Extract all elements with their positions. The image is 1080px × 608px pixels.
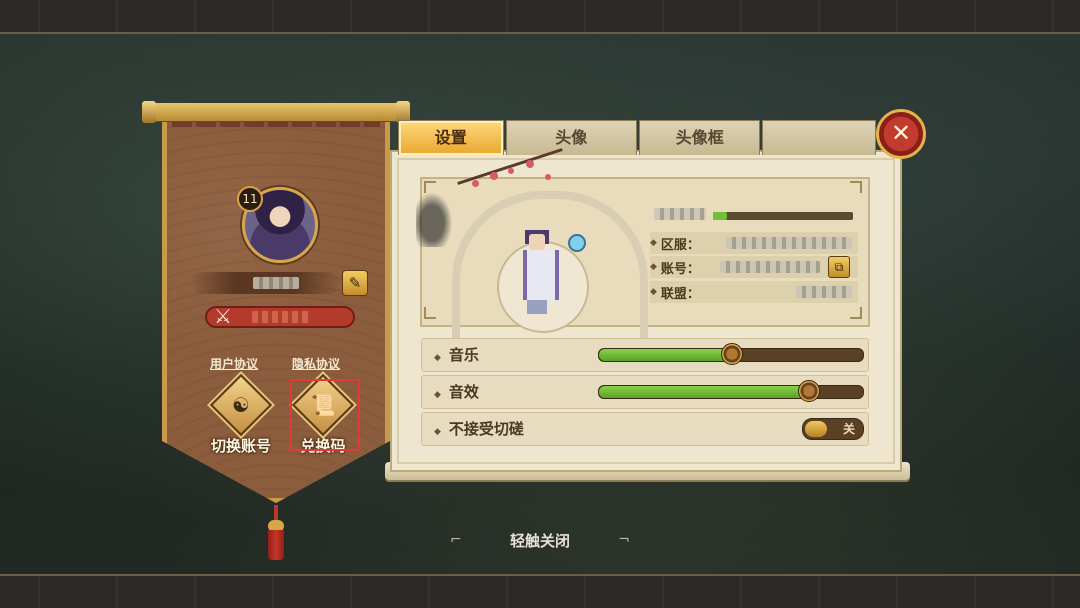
edit-name-button[interactable]: ✎ (342, 270, 368, 296)
alliance-value-obscured (796, 286, 852, 298)
info-corner-tr (850, 181, 862, 193)
copy-account-button[interactable]: ⧉ (828, 256, 850, 278)
account-label: 账号： (660, 261, 700, 277)
crossed-swords-icon: ⚔ (214, 304, 232, 328)
sparring-label: ◆ 不接受切磋 (434, 420, 524, 438)
tab-avatar-frame[interactable]: 头像框 (638, 120, 761, 155)
tab-avatar[interactable]: 头像 (505, 120, 637, 155)
tab-bar: 设置 头像 头像框 (398, 120, 878, 156)
plum-blossom (545, 174, 551, 180)
account-value-obscured (720, 261, 820, 273)
sparring-toggle[interactable]: 关 (802, 418, 864, 440)
sfx-slider-knob[interactable] (797, 380, 820, 402)
close-icon: ✕ (890, 119, 912, 147)
tap-to-close-label: 轻触关闭 (509, 531, 570, 550)
copy-icon: ⧉ (834, 260, 844, 274)
exp-fill (713, 212, 727, 220)
right-ornament-icon: ¬ (618, 532, 630, 548)
music-setting-row: ◆ 音乐 (421, 338, 869, 372)
top-border (0, 0, 1080, 34)
music-slider-knob[interactable] (721, 343, 743, 365)
player-character-sprite (515, 230, 559, 316)
music-label: ◆ 音乐 (434, 346, 479, 364)
account-row: ◆ 账号： (650, 257, 723, 277)
sfx-setting-row: ◆ 音效 (421, 375, 869, 409)
server-value-obscured (726, 237, 852, 249)
bottom-border (0, 574, 1080, 608)
sfx-volume-slider[interactable] (598, 380, 864, 402)
player-name-obscured (253, 277, 299, 289)
music-volume-slider[interactable] (598, 343, 864, 365)
alliance-row: ◆ 联盟： (650, 282, 723, 302)
sparring-setting-row: ◆ 不接受切磋 关 (421, 412, 869, 446)
plum-blossom (472, 180, 479, 187)
switch-account-label: 切换账号 (210, 437, 271, 455)
tab-empty (762, 120, 876, 155)
sfx-slider-fill (599, 386, 808, 398)
plum-blossom (526, 160, 534, 168)
spirit-orb (568, 234, 586, 252)
left-ornament-icon: ⌐ (450, 532, 462, 548)
switch-account-button[interactable]: ☯ 切换账号 (206, 373, 276, 456)
privacy-agreement-link[interactable]: 隐私协议 (292, 355, 340, 372)
sfx-label: ◆ 音效 (434, 383, 479, 401)
close-button[interactable]: ✕ (876, 109, 926, 159)
banner-rod (142, 101, 410, 123)
alliance-label: 联盟： (660, 286, 700, 302)
redeem-highlight-box (290, 379, 360, 451)
swirl-icon: ☯ (209, 373, 273, 437)
info-name-obscured (654, 208, 706, 220)
user-agreement-link[interactable]: 用户协议 (210, 355, 258, 372)
tap-to-close[interactable]: ⌐ 轻触关闭 ¬ (450, 528, 630, 552)
server-row: ◆ 区服： (650, 233, 723, 253)
tab-settings[interactable]: 设置 (398, 120, 504, 155)
plum-blossom (508, 168, 514, 174)
tassel (268, 530, 284, 560)
guild-name-obscured (252, 311, 310, 323)
server-label: 区服： (660, 237, 700, 253)
exp-bar (713, 212, 853, 220)
ink-rock (416, 187, 456, 247)
music-slider-fill (599, 349, 731, 361)
level-badge: 11 (237, 186, 263, 212)
toggle-state: 关 (842, 422, 855, 436)
plum-blossom (490, 172, 498, 180)
pencil-icon: ✎ (348, 274, 362, 292)
toggle-knob (805, 421, 827, 437)
info-corner-br (850, 307, 862, 319)
